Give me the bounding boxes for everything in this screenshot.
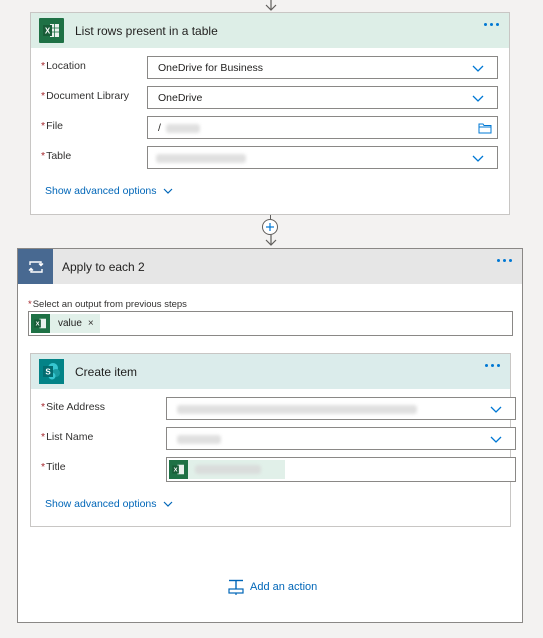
file-input[interactable]: / <box>147 116 498 139</box>
show-advanced-options-label: Show advanced options <box>45 498 157 510</box>
card-header[interactable]: S Create item <box>31 354 510 389</box>
sharepoint-icon: S <box>39 359 64 384</box>
table-field: *Table <box>31 146 509 170</box>
chevron-down-icon <box>472 95 484 102</box>
file-field: *File / <box>31 116 509 140</box>
show-advanced-options-link[interactable]: Show advanced options <box>45 185 173 197</box>
redacted-text <box>195 465 261 474</box>
chevron-down-icon <box>490 436 502 443</box>
site-address-dropdown[interactable] <box>166 397 516 420</box>
table-label: *Table <box>41 150 72 162</box>
chevron-down-icon <box>490 406 502 413</box>
remove-token-icon[interactable]: × <box>88 318 94 329</box>
svg-text:S: S <box>45 368 51 377</box>
folder-icon[interactable] <box>478 122 492 134</box>
svg-text:X: X <box>45 27 51 36</box>
select-output-label: *Select an output from previous steps <box>28 299 187 310</box>
svg-text:X: X <box>174 468 178 474</box>
value-token[interactable]: X value × <box>31 314 100 333</box>
flow-arrow-icon <box>265 0 277 11</box>
plus-icon <box>266 223 274 231</box>
list-name-label: *List Name <box>41 431 94 443</box>
excel-icon: X <box>39 18 64 43</box>
more-options-icon[interactable] <box>484 23 499 26</box>
card-title: Create item <box>75 364 138 379</box>
excel-icon: X <box>31 314 50 333</box>
site-address-label: *Site Address <box>41 401 106 413</box>
redacted-text <box>177 435 221 444</box>
file-value: / <box>158 122 161 134</box>
file-label: *File <box>41 120 64 132</box>
title-token[interactable]: X <box>169 460 285 479</box>
table-dropdown[interactable] <box>147 146 498 169</box>
add-an-action-label: Add an action <box>250 581 318 593</box>
apply-title: Apply to each 2 <box>62 259 145 274</box>
title-field: *Title X <box>31 457 516 482</box>
chevron-down-icon <box>163 501 172 507</box>
show-advanced-options-link[interactable]: Show advanced options <box>45 498 173 510</box>
insert-step-button[interactable] <box>262 219 278 235</box>
location-dropdown[interactable]: OneDrive for Business <box>147 56 498 79</box>
location-value: OneDrive for Business <box>158 62 264 74</box>
add-action-icon <box>228 579 244 595</box>
title-input[interactable]: X <box>166 457 516 482</box>
show-advanced-options-label: Show advanced options <box>45 185 157 197</box>
location-field: *Location OneDrive for Business <box>31 56 509 80</box>
apply-header[interactable]: Apply to each 2 <box>18 249 522 284</box>
list-name-dropdown[interactable] <box>166 427 516 450</box>
loop-icon <box>18 249 53 284</box>
svg-text:X: X <box>36 322 40 328</box>
redacted-text <box>177 405 417 414</box>
more-options-icon[interactable] <box>497 259 512 262</box>
site-address-field: *Site Address <box>31 397 516 421</box>
apply-to-each-card: Apply to each 2 *Select an output from p… <box>17 248 523 623</box>
excel-icon: X <box>169 460 188 479</box>
redacted-text <box>166 124 200 133</box>
document-library-field: *Document Library OneDrive <box>31 86 509 110</box>
flow-arrow-icon <box>265 235 277 246</box>
location-label: *Location <box>41 60 86 72</box>
list-name-field: *List Name <box>31 427 516 451</box>
more-options-icon[interactable] <box>485 364 500 367</box>
select-output-input[interactable]: X value × <box>28 311 513 336</box>
chevron-down-icon <box>472 155 484 162</box>
list-rows-action-card: X List rows present in a table *Location… <box>30 12 510 215</box>
title-label: *Title <box>41 461 66 473</box>
document-library-dropdown[interactable]: OneDrive <box>147 86 498 109</box>
card-header[interactable]: X List rows present in a table <box>31 13 509 48</box>
add-an-action-button[interactable]: Add an action <box>228 579 317 595</box>
chevron-down-icon <box>472 65 484 72</box>
document-library-value: OneDrive <box>158 92 203 104</box>
token-label: value <box>58 318 82 329</box>
redacted-text <box>156 154 246 163</box>
card-title: List rows present in a table <box>75 23 218 38</box>
chevron-down-icon <box>163 188 172 194</box>
create-item-action-card: S Create item *Site Address *List Name *… <box>30 353 516 527</box>
document-library-label: *Document Library <box>41 90 129 102</box>
